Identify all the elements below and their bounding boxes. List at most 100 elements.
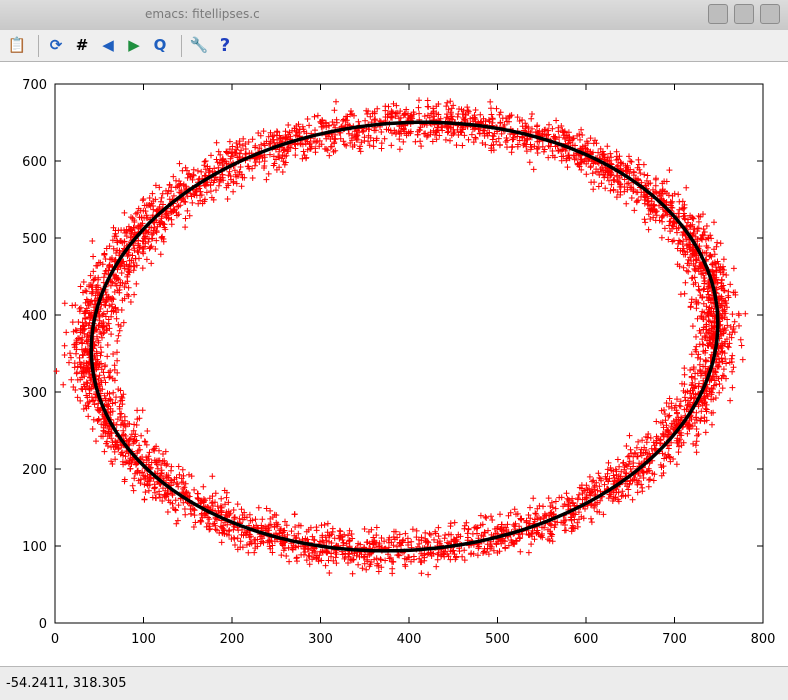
data-point [149, 190, 156, 197]
data-point [326, 152, 333, 159]
data-point [140, 196, 147, 202]
data-point [341, 141, 348, 148]
data-point [142, 489, 149, 496]
help-button[interactable]: ? [214, 35, 236, 57]
data-point [311, 113, 318, 120]
data-point [692, 442, 699, 449]
data-point [139, 265, 146, 272]
data-point [232, 542, 238, 548]
replot-button[interactable]: ⟳ [45, 35, 67, 57]
data-point [378, 140, 385, 147]
data-point [251, 549, 258, 556]
data-point [343, 142, 350, 149]
clipboard-export-icon: 📋 [7, 36, 27, 54]
data-point [355, 118, 362, 125]
data-point [493, 105, 500, 112]
data-point [164, 509, 171, 515]
data-point [90, 416, 97, 423]
data-point [676, 198, 683, 205]
minimize-button[interactable] [708, 4, 728, 24]
data-point [552, 498, 559, 505]
autoscale-button[interactable]: Q [149, 35, 171, 57]
data-point [343, 117, 350, 124]
data-point [110, 389, 117, 396]
data-point [73, 350, 79, 357]
data-point [346, 130, 352, 137]
data-point [143, 256, 150, 263]
data-point [435, 524, 442, 531]
data-point [530, 495, 537, 502]
next-zoom-button[interactable]: ▶ [123, 35, 145, 57]
zoom-next-icon: ▶ [128, 36, 140, 54]
data-point [115, 332, 122, 339]
data-point [104, 353, 111, 360]
status-bar: -54.2411, 318.305 [0, 666, 788, 700]
data-point [434, 556, 441, 563]
data-point [213, 139, 220, 146]
data-point [93, 438, 99, 445]
data-point [644, 172, 651, 179]
data-point [60, 381, 67, 388]
data-point [139, 197, 146, 204]
data-point [412, 138, 419, 145]
data-point [487, 98, 494, 105]
data-point [583, 482, 590, 489]
data-point [370, 143, 377, 150]
maximize-button[interactable] [734, 4, 754, 24]
x-tick-label: 400 [397, 632, 422, 647]
data-point [545, 495, 552, 502]
data-point [176, 160, 183, 167]
data-point [730, 265, 737, 272]
previous-zoom-button[interactable]: ◀ [97, 35, 119, 57]
x-tick-label: 700 [662, 632, 687, 647]
data-point [381, 135, 388, 142]
data-point [133, 280, 140, 287]
data-point [525, 549, 532, 556]
data-point [720, 256, 727, 263]
grid-button[interactable]: # [71, 35, 93, 57]
data-point [260, 128, 267, 135]
data-point [355, 561, 362, 568]
data-point [681, 290, 688, 297]
data-point [528, 541, 535, 548]
data-point [602, 185, 609, 192]
data-point [627, 158, 634, 165]
data-point [623, 200, 630, 207]
data-point [703, 223, 710, 229]
data-point [144, 428, 151, 434]
data-point [448, 105, 455, 112]
data-point [205, 520, 211, 527]
export-button[interactable]: 📋 [6, 35, 28, 57]
data-point [408, 538, 415, 545]
scatter-chart[interactable]: 0 100 200 300 400 500 600 700 800010020030040050… [0, 62, 788, 666]
data-point [194, 490, 201, 497]
x-tick-label: 0 [51, 632, 59, 647]
data-point [182, 164, 189, 171]
data-point [224, 196, 231, 202]
data-point [735, 310, 742, 317]
data-point [138, 432, 145, 439]
data-point [714, 239, 721, 246]
close-button[interactable] [760, 4, 780, 24]
data-point [364, 111, 371, 117]
data-point [666, 412, 673, 419]
config-button[interactable]: 🔧 [188, 35, 210, 57]
data-point [623, 443, 630, 449]
data-point [400, 138, 407, 145]
plot-area[interactable]: 0 100 200 300 400 500 600 700 800 0 100 200 300 400 50… [0, 62, 788, 666]
data-point [418, 143, 425, 150]
data-point [331, 107, 338, 114]
data-point [693, 449, 700, 456]
data-point [389, 565, 396, 572]
data-point [496, 142, 503, 149]
data-point [192, 519, 199, 526]
data-point [337, 528, 344, 535]
data-point [292, 145, 299, 152]
data-point [465, 525, 472, 532]
data-point [205, 169, 212, 176]
data-point [447, 98, 454, 105]
data-point [173, 177, 179, 184]
data-point [146, 195, 153, 201]
data-point [182, 215, 189, 222]
data-point [69, 319, 76, 326]
